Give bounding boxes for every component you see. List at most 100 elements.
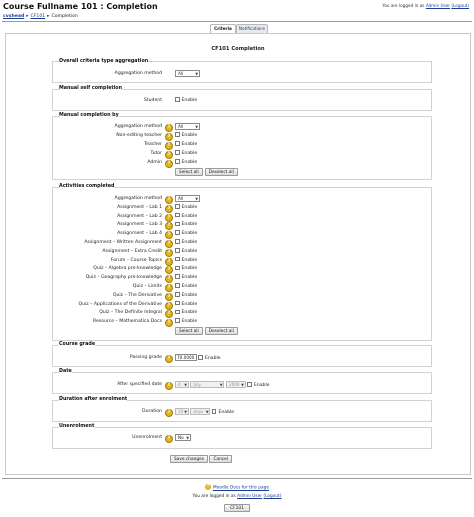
year-select[interactable]: 2009 ▼ <box>225 381 246 388</box>
activities-deselect-all-button[interactable]: Deselect all <box>204 327 238 336</box>
month-select[interactable]: July ▼ <box>190 381 225 388</box>
help-icon[interactable]: ? <box>165 382 173 390</box>
row-activity: Assignment – Extra Credit? Enable <box>52 248 430 257</box>
passing-grade-label: Passing grade <box>129 355 162 360</box>
moodle-docs-link[interactable]: Moodle Docs for this page <box>213 486 269 491</box>
help-icon[interactable]: ? <box>165 284 173 292</box>
help-icon[interactable]: ? <box>165 292 173 301</box>
role-enable-checkbox[interactable] <box>175 132 180 137</box>
help-icon[interactable]: ? <box>165 196 173 204</box>
duration-value-select[interactable]: 10 ▼ <box>175 408 189 415</box>
row-activity: Forum – Course Topics? Enable <box>52 256 430 266</box>
role-enable-checkbox[interactable] <box>175 159 180 164</box>
breadcrumb-course[interactable]: CF101 <box>31 14 46 19</box>
activity-enable-checkbox[interactable] <box>175 256 180 262</box>
date-enable-checkbox[interactable] <box>247 382 252 387</box>
help-icon[interactable]: ? <box>165 301 173 310</box>
login-prefix: You are logged in as <box>192 494 236 499</box>
manual-select-all-button[interactable]: Select all <box>175 168 203 176</box>
activity-enable-checkbox[interactable] <box>175 318 180 323</box>
help-icon[interactable]: ? <box>165 435 173 443</box>
tab-notifications[interactable]: Notifications <box>236 24 268 33</box>
enable-label: Enable <box>181 204 198 210</box>
help-icon[interactable]: ? <box>165 222 173 231</box>
help-icon[interactable]: ? <box>165 151 173 159</box>
help-icon[interactable]: ? <box>165 248 173 257</box>
activity-enable-checkbox[interactable] <box>175 300 180 306</box>
activity-label: Quiz – Geography pre-knowledge <box>85 275 162 281</box>
help-icon[interactable]: ? <box>165 142 173 150</box>
help-icon[interactable]: ? <box>165 231 173 240</box>
activity-enable-checkbox[interactable] <box>175 248 180 253</box>
unenrolment-label: Unenrolment <box>132 435 162 440</box>
row-activity: Quiz – Algebra pre-knowledge? Enable <box>52 265 430 275</box>
activities-aggregation-select[interactable]: All ▼ <box>175 195 200 202</box>
activity-enable-checkbox[interactable] <box>175 212 180 218</box>
enable-label: Enable <box>181 98 198 103</box>
role-enable-checkbox[interactable] <box>175 150 180 155</box>
help-icon[interactable]: ? <box>165 124 173 132</box>
unenrolment-select[interactable]: No ▼ <box>175 434 191 441</box>
manual-aggregation-select[interactable]: All ▼ <box>175 123 200 130</box>
row-activity: Resource – Mathematica Docs? Enable <box>52 318 430 328</box>
help-icon[interactable]: ? <box>165 133 173 141</box>
help-icon[interactable]: ? <box>165 319 173 328</box>
enable-label: Enable <box>181 292 198 298</box>
help-icon[interactable]: ? <box>165 204 173 213</box>
activity-enable-checkbox[interactable] <box>175 221 180 227</box>
activity-enable-checkbox[interactable] <box>175 265 180 271</box>
footer-user-link[interactable]: Admin User <box>237 494 262 499</box>
help-icon[interactable]: ? <box>165 160 173 168</box>
header-divider <box>2 21 472 22</box>
logout-link[interactable]: (Logout) <box>451 3 469 8</box>
enable-label: Enable <box>181 266 198 272</box>
login-prefix: You are logged in as <box>382 3 425 8</box>
activity-enable-checkbox[interactable] <box>175 292 180 297</box>
cancel-button[interactable]: Cancel <box>209 455 232 463</box>
activity-enable-checkbox[interactable] <box>175 274 180 279</box>
chevron-down-icon: ▼ <box>186 436 189 440</box>
footer-logout-link[interactable]: (Logout) <box>263 494 281 499</box>
role-enable-checkbox[interactable] <box>175 141 180 146</box>
activity-enable-checkbox[interactable] <box>175 204 180 209</box>
row-unenrolment: Unenrolment ? No ▼ <box>52 434 430 443</box>
role-label: Non-editing teacher <box>116 133 162 138</box>
legend-self-completion: Manual self completion <box>59 86 123 91</box>
activity-label: Assignment – Lab 4 <box>117 231 162 237</box>
activity-enable-checkbox[interactable] <box>175 283 180 288</box>
activities-select-all-button[interactable]: Select all <box>175 327 203 336</box>
help-icon[interactable]: ? <box>165 257 173 266</box>
chevron-down-icon: ▼ <box>195 197 198 201</box>
help-icon[interactable]: ? <box>165 213 173 222</box>
page-header: Course Fullname 101 : Completion You are… <box>3 2 471 21</box>
manual-deselect-all-button[interactable]: Deselect all <box>204 168 238 176</box>
enable-label: Enable <box>181 240 198 245</box>
user-link[interactable]: Admin User <box>426 3 450 8</box>
help-icon[interactable]: ? <box>165 266 173 275</box>
student-checkbox[interactable] <box>175 97 180 102</box>
day-select[interactable]: 4 ▼ <box>175 381 189 388</box>
passing-grade-input[interactable]: 70.0000 <box>175 354 197 361</box>
row-activity: Quiz – Geography pre-knowledge? Enable <box>52 274 430 284</box>
help-icon[interactable]: ? <box>165 409 173 417</box>
chevron-down-icon: ▼ <box>195 72 198 76</box>
tab-criteria[interactable]: Criteria <box>210 24 236 33</box>
help-icon[interactable]: ? <box>165 275 173 284</box>
duration-unit-select[interactable]: days ▼ <box>190 408 211 415</box>
help-icon[interactable]: ? <box>165 310 173 319</box>
home-button[interactable]: CF101 <box>224 504 250 512</box>
grade-enable-checkbox[interactable] <box>198 355 203 360</box>
login-info: You are logged in as Admin User (Logout) <box>382 3 469 8</box>
activity-enable-checkbox[interactable] <box>175 239 180 244</box>
activity-enable-checkbox[interactable] <box>175 309 180 315</box>
activity-enable-checkbox[interactable] <box>175 230 180 235</box>
activity-label: Quiz – Applications of the Derivative <box>78 301 162 307</box>
help-icon[interactable]: ? <box>165 240 173 248</box>
help-icon[interactable]: ? <box>165 355 173 363</box>
aggregation-method-select[interactable]: All ▼ <box>175 70 200 77</box>
breadcrumb-home[interactable]: cvshead <box>3 14 24 19</box>
docs-link-row: ? Moodle Docs for this page <box>0 484 474 491</box>
legend-course-grade: Course grade <box>59 342 96 347</box>
duration-enable-checkbox[interactable] <box>211 409 217 414</box>
save-changes-button[interactable]: Save changes <box>170 455 208 463</box>
